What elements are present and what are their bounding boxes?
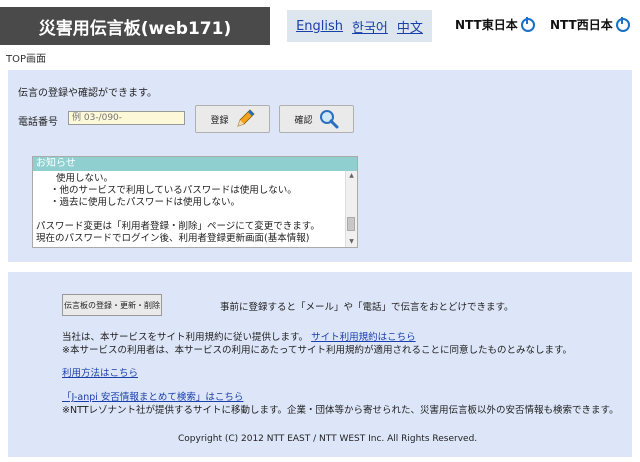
- notice-line: ・他のサービスで利用しているパスワードは使用しない。: [50, 185, 297, 196]
- ntt-west-label: NTT西日本: [550, 18, 613, 32]
- header: 災害用伝言板(web171) English 한국어 中文 NTT東日本 NTT…: [0, 0, 640, 48]
- phone-input[interactable]: [68, 111, 185, 125]
- phone-label: 電話番号: [18, 117, 58, 128]
- notice-heading: お知らせ: [33, 157, 357, 171]
- breadcrumb: TOP画面: [6, 54, 47, 65]
- notice-line: 現在のパスワードでログイン後、利用者登録更新画面(基本情報): [36, 233, 310, 244]
- howto-link[interactable]: 利用方法はこちら: [62, 368, 138, 379]
- scroll-up-icon[interactable]: ▲: [346, 171, 357, 181]
- notice-line: [36, 209, 342, 221]
- register-label: 登録: [210, 115, 229, 126]
- confirm-label: 確認: [294, 115, 313, 126]
- ntt-logo-icon: [615, 16, 630, 32]
- janpi-note: ※NTTレゾナント社が提供するサイトに移動します。企業・団体等から寄せられた、災…: [62, 405, 619, 416]
- registration-description: 事前に登録すると「メール」や「電話」で伝言をおとどけできます。: [220, 302, 514, 313]
- howto-line: 利用方法はこちら: [62, 365, 138, 379]
- magnifier-icon: [319, 110, 338, 129]
- ntt-logo-icon: [520, 16, 535, 32]
- registration-button[interactable]: 伝言板の登録・更新・削除: [62, 294, 162, 316]
- notice-body[interactable]: 使用しない。 ・他のサービスで利用しているパスワードは使用しない。 ・過去に使用…: [33, 171, 345, 247]
- notice-line: 使用しない。: [56, 173, 114, 184]
- pencil-icon: [236, 109, 255, 127]
- confirm-button[interactable]: 確認: [279, 105, 354, 133]
- copyright: Copyright (C) 2012 NTT EAST / NTT WEST I…: [178, 434, 478, 444]
- lang-korean-link[interactable]: 한국어: [352, 17, 388, 36]
- notice-box: お知らせ 使用しない。 ・他のサービスで利用しているパスワードは使用しない。 ・…: [32, 156, 358, 248]
- ntt-west-logo[interactable]: NTT西日本: [550, 16, 630, 33]
- lang-chinese-link[interactable]: 中文: [397, 17, 423, 36]
- lang-english-link[interactable]: English: [296, 19, 343, 34]
- notice-line: ・過去に使用したパスワードは使用しない。: [50, 197, 241, 208]
- terms-note: ※本サービスの利用者は、本サービスの利用にあたってサイト利用規約が適用されること…: [62, 345, 573, 356]
- janpi-line: 「J-anpi 安否情報まとめて検索」はこちら: [62, 389, 243, 403]
- notice-line: パスワード変更は「利用者登録・削除」ページにて変更できます。: [36, 221, 320, 232]
- page-title: 災害用伝言板(web171): [0, 7, 270, 45]
- language-selector: English 한국어 中文: [287, 10, 432, 42]
- intro-text: 伝言の登録や確認ができます。: [18, 88, 157, 99]
- footer-panel: 伝言板の登録・更新・削除 事前に登録すると「メール」や「電話」で伝言をおとどけで…: [8, 272, 632, 457]
- notice-scrollbar[interactable]: ▲ ▼: [345, 171, 357, 247]
- scroll-down-icon[interactable]: ▼: [346, 237, 357, 247]
- terms-line: 当社は、本サービスをサイト利用規約に従い提供します。 サイト利用規約はこちら: [62, 329, 416, 343]
- ntt-east-label: NTT東日本: [455, 18, 518, 32]
- scroll-thumb[interactable]: [347, 217, 355, 231]
- message-panel: 伝言の登録や確認ができます。 電話番号 登録 確認 お知らせ 使用しない。 ・他…: [8, 70, 632, 262]
- ntt-east-logo[interactable]: NTT東日本: [455, 16, 535, 33]
- register-button[interactable]: 登録: [195, 105, 270, 133]
